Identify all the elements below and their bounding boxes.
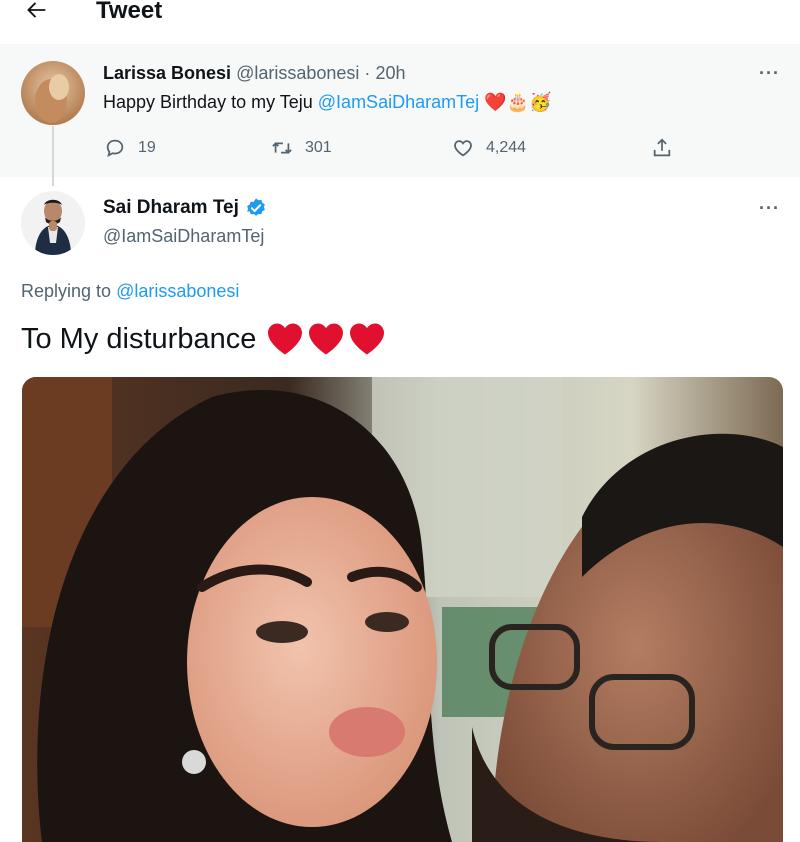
avatar[interactable] (21, 191, 85, 255)
share-icon (653, 138, 671, 157)
tweet-text-body: To My disturbance (21, 322, 257, 355)
mention-link[interactable]: @IamSaiDharamTej (318, 92, 479, 112)
main-tweet-text: To My disturbance ❤️❤️❤️ (21, 322, 386, 356)
heart-icon (350, 323, 385, 355)
page-title: Tweet (96, 0, 163, 24)
parent-tweet-text: Happy Birthday to my Teju @IamSaiDharamT… (103, 92, 551, 113)
tweet-text-body: Happy Birthday to my Teju (103, 92, 318, 112)
verified-badge-icon (247, 198, 265, 216)
author-name[interactable]: Larissa Bonesi (103, 63, 231, 83)
arrow-left-icon[interactable] (22, 0, 50, 24)
replying-handle-link[interactable]: @larissabonesi (116, 281, 239, 301)
more-options-icon[interactable]: ··· (759, 198, 780, 219)
tweet-time[interactable]: 20h (375, 63, 405, 83)
separator-dot: · (364, 63, 371, 83)
retweet-count: 301 (305, 139, 332, 156)
avatar-image (21, 61, 85, 125)
retweet-icon (272, 142, 292, 154)
retweet-button[interactable]: 301 (271, 137, 332, 159)
reply-button[interactable]: 19 (104, 137, 156, 159)
reply-icon (106, 139, 124, 157)
avatar-image (21, 191, 85, 255)
heart-icon (268, 323, 303, 355)
top-bar: Tweet (0, 0, 800, 44)
selfie-image (22, 377, 783, 842)
parent-author-row: Larissa Bonesi @larissabonesi · 20h (103, 63, 405, 84)
thread-connector (52, 126, 54, 186)
like-button[interactable]: 4,244 (452, 137, 526, 159)
avatar[interactable] (21, 61, 85, 125)
author-handle[interactable]: @IamSaiDharamTej (103, 226, 264, 247)
emoji-group: ❤️🎂🥳 (484, 92, 552, 112)
share-button[interactable] (651, 137, 673, 159)
author-name[interactable]: Sai Dharam Tej (103, 197, 239, 219)
heart-emoji-group (266, 322, 386, 356)
replying-to: Replying to @larissabonesi (21, 281, 239, 302)
heart-icon (309, 323, 344, 355)
like-count: 4,244 (486, 139, 527, 156)
tweet-photo[interactable] (22, 377, 783, 842)
reply-count: 19 (138, 139, 156, 156)
main-author-row: Sai Dharam Tej (103, 197, 267, 219)
more-options-icon[interactable]: ··· (759, 63, 780, 84)
heart-outline-icon (454, 140, 472, 157)
author-handle[interactable]: @larissabonesi (236, 63, 359, 83)
replying-label: Replying to (21, 281, 117, 301)
